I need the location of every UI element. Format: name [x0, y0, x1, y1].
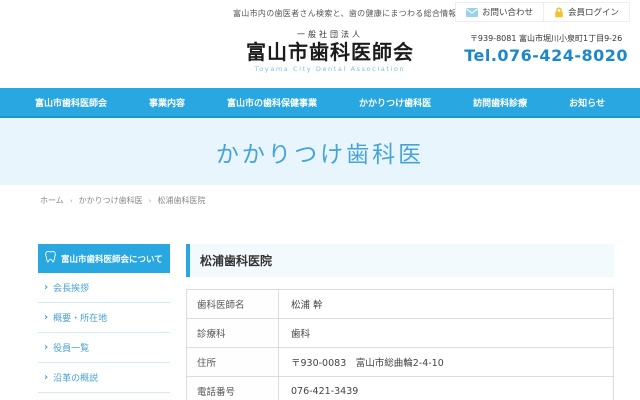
- site-subtitle-en: Toyama City Dental Association: [254, 65, 406, 73]
- clinic-name-heading: 松浦歯科医院: [186, 244, 614, 277]
- page-title: かかりつけ歯科医: [215, 141, 425, 168]
- row-value: 松浦 幹: [278, 289, 614, 319]
- site-title: 富山市歯科医師会: [246, 40, 414, 64]
- header-address: 〒939-8081 富山市堀川小泉町1丁目9-26: [469, 34, 623, 43]
- global-nav: 富山市歯科医師会 事業内容 富山市の歯科保健事業 かかりつけ歯科医 訪問歯科診療…: [0, 88, 640, 118]
- chevron-right-icon: ›: [44, 371, 49, 383]
- sidebar-item-history[interactable]: › 歴史: [38, 393, 170, 400]
- top-utility-bar: 富山市内の歯医者さん検索と、歯の健康にまつわる総合情報サイト お問い合わせ 会員…: [0, 0, 640, 24]
- row-label: 歯科医師名: [186, 289, 279, 319]
- org-type: 一般社団法人: [297, 30, 363, 39]
- nav-item-news[interactable]: お知らせ: [548, 96, 626, 109]
- sidebar-item-label: 概要・所在地: [53, 314, 108, 324]
- sidebar: 富山市歯科医師会について › 会長挨拶 › 概要・所在地 › 役員一覧 › 沿革…: [38, 244, 170, 400]
- sidebar-item-greeting[interactable]: › 会長挨拶: [38, 273, 170, 303]
- header-contact-block: 〒939-8081 富山市堀川小泉町1丁目9-26 Tel.076-424-80…: [464, 33, 628, 65]
- nav-item-home-visit[interactable]: 訪問歯科診療: [452, 96, 548, 109]
- header-phone: Tel.076-424-8020: [464, 46, 628, 65]
- chevron-right-icon: ›: [44, 281, 49, 293]
- breadcrumb: ホーム › かかりつけ歯科医 › 松浦歯科医院: [40, 195, 640, 206]
- sidebar-item-officers[interactable]: › 役員一覧: [38, 333, 170, 363]
- row-value: 〒930-0083 富山市総曲輪2-4-10: [278, 347, 614, 377]
- member-login-button[interactable]: 会員ログイン: [542, 3, 629, 21]
- content-area: 富山市歯科医師会について › 会長挨拶 › 概要・所在地 › 役員一覧 › 沿革…: [0, 206, 640, 400]
- contact-button-label: お問い合わせ: [481, 8, 533, 18]
- breadcrumb-separator: ›: [69, 196, 73, 205]
- envelope-icon: [465, 7, 478, 17]
- clinic-info-table: 歯科医師名 松浦 幹 診療科 歯科 住所 〒930-0083 富山市総曲輪2-4…: [186, 289, 614, 400]
- sidebar-header-about[interactable]: 富山市歯科医師会について: [38, 244, 170, 273]
- breadcrumb-current-clinic: 松浦歯科医院: [157, 196, 206, 205]
- sidebar-item-history-outline[interactable]: › 沿革の概説: [38, 363, 170, 393]
- row-label: 住所: [186, 347, 279, 377]
- page-title-banner: かかりつけ歯科医: [0, 118, 640, 185]
- site-header: 一般社団法人 富山市歯科医師会 Toyama City Dental Assoc…: [0, 24, 640, 88]
- nav-item-services[interactable]: 事業内容: [128, 96, 206, 109]
- site-logo[interactable]: 一般社団法人 富山市歯科医師会 Toyama City Dental Assoc…: [230, 29, 430, 73]
- row-label: 電話番号: [186, 376, 279, 400]
- breadcrumb-separator: ›: [148, 196, 152, 205]
- row-value: 歯科: [278, 318, 614, 348]
- nav-item-health-programs[interactable]: 富山市の歯科保健事業: [206, 96, 338, 109]
- row-label: 診療科: [186, 318, 279, 348]
- contact-button[interactable]: お問い合わせ: [456, 3, 543, 21]
- chevron-right-icon: ›: [44, 311, 49, 323]
- row-value: 076-421-3439: [278, 376, 614, 400]
- nav-item-association[interactable]: 富山市歯科医師会: [14, 96, 128, 109]
- sidebar-item-label: 沿革の概説: [53, 374, 99, 384]
- sidebar-item-label: 役員一覧: [53, 344, 90, 354]
- table-row-department: 診療科 歯科: [186, 318, 614, 348]
- sidebar-item-label: 会長挨拶: [53, 284, 90, 294]
- tooth-icon: [45, 251, 56, 266]
- member-login-button-label: 会員ログイン: [567, 8, 619, 18]
- sidebar-header-label: 富山市歯科医師会について: [61, 254, 163, 265]
- table-row-phone: 電話番号 076-421-3439: [186, 376, 614, 400]
- table-row-dentist-name: 歯科医師名 松浦 幹: [186, 289, 614, 319]
- site-tagline: 富山市内の歯医者さん検索と、歯の健康にまつわる総合情報サイト: [233, 9, 482, 18]
- table-row-address: 住所 〒930-0083 富山市総曲輪2-4-10: [186, 347, 614, 377]
- nav-item-family-dentist[interactable]: かかりつけ歯科医: [338, 96, 452, 109]
- breadcrumb-home[interactable]: ホーム: [40, 195, 64, 206]
- sidebar-item-overview-location[interactable]: › 概要・所在地: [38, 303, 170, 333]
- topbar-buttons: お問い合わせ 会員ログイン: [454, 2, 630, 22]
- main-panel: 松浦歯科医院 歯科医師名 松浦 幹 診療科 歯科 住所 〒930-0083 富山…: [186, 244, 614, 400]
- chevron-right-icon: ›: [44, 341, 49, 353]
- breadcrumb-family-dentist[interactable]: かかりつけ歯科医: [79, 195, 143, 206]
- lock-icon: [554, 6, 564, 18]
